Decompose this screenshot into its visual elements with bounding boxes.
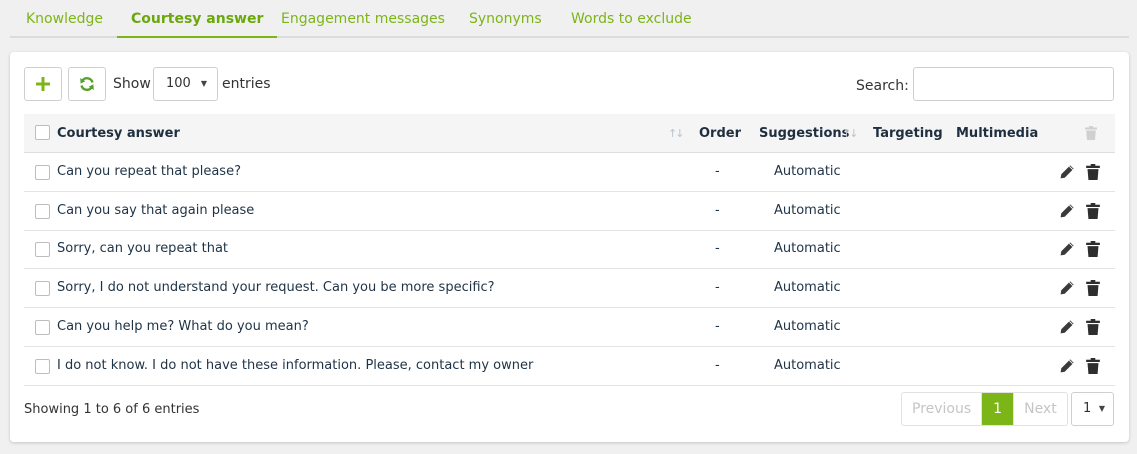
trash-icon[interactable]	[1085, 318, 1101, 335]
trash-icon[interactable]	[1085, 280, 1101, 297]
page-size-value: 100	[166, 76, 191, 91]
tab-knowledge[interactable]: Knowledge	[12, 0, 117, 38]
page-1-button[interactable]: 1	[981, 393, 1015, 425]
select-all-checkbox[interactable]	[35, 125, 50, 140]
tab-synonyms[interactable]: Synonyms	[455, 0, 556, 38]
page-number-select[interactable]: 1 ▼	[1071, 392, 1114, 426]
row-checkbox[interactable]	[35, 203, 50, 219]
refresh-button[interactable]	[68, 67, 106, 101]
row-courtesy-answer: Can you help me? What do you mean?	[57, 318, 309, 334]
courtesy-answer-panel: Show 100 ▼ entries Search: Courtesy answ…	[10, 52, 1129, 442]
row-checkbox[interactable]	[35, 165, 50, 180]
tab-courtesy-answer[interactable]: Courtesy answer	[117, 0, 278, 38]
pagination: Previous 1 Next	[901, 392, 1068, 426]
column-header-multimedia[interactable]: Multimedia	[956, 114, 1038, 153]
row-checkbox[interactable]	[35, 358, 50, 374]
table-header: Courtesy answer ↑↓ Order Suggestions ↑↓ …	[24, 114, 1115, 153]
plus-icon	[36, 77, 50, 91]
trash-icon[interactable]	[1085, 164, 1101, 180]
sort-icon[interactable]: ↑↓	[842, 114, 859, 153]
row-order: -	[715, 280, 720, 296]
trash-icon[interactable]	[1085, 202, 1101, 219]
sort-icon[interactable]: ↑↓	[668, 114, 685, 153]
column-header-suggestions[interactable]: Suggestions	[759, 114, 849, 153]
trash-icon[interactable]	[1085, 357, 1101, 374]
tab-words-to-exclude[interactable]: Words to exclude	[557, 0, 706, 38]
add-button[interactable]	[24, 67, 62, 101]
trash-icon[interactable]	[1085, 241, 1101, 258]
row-courtesy-answer: Can you say that again please	[57, 202, 255, 218]
table-info: Showing 1 to 6 of 6 entries	[24, 402, 200, 417]
table-row[interactable]: Can you help me? What do you mean? - Autom…	[24, 308, 1115, 347]
show-label: Show	[113, 76, 151, 92]
trash-icon	[1085, 126, 1097, 140]
row-checkbox[interactable]	[35, 242, 50, 258]
table-row[interactable]: Can you repeat that please? - Automatic	[24, 153, 1115, 192]
page-size-select[interactable]: 100 ▼	[153, 67, 218, 101]
column-header-order[interactable]: Order	[699, 114, 741, 153]
pencil-icon[interactable]	[1059, 319, 1075, 335]
table-row[interactable]: Sorry, I do not understand your request.…	[24, 269, 1115, 309]
next-page-button[interactable]: Next	[1014, 393, 1067, 425]
row-suggestions: Automatic	[774, 241, 841, 257]
row-courtesy-answer: Sorry, can you repeat that	[57, 241, 229, 257]
row-checkbox[interactable]	[35, 281, 50, 297]
caret-down-icon: ▼	[200, 79, 207, 88]
page-number-value: 1	[1083, 401, 1092, 416]
row-suggestions: Automatic	[774, 164, 841, 179]
table-row[interactable]: Can you say that again please - Automatic	[24, 192, 1115, 231]
caret-down-icon: ▼	[1098, 404, 1105, 413]
refresh-icon	[80, 77, 94, 91]
row-suggestions: Automatic	[774, 357, 841, 373]
row-courtesy-answer: Sorry, I do not understand your request.…	[57, 280, 495, 296]
table-row[interactable]: Sorry, can you repeat that - Automatic	[24, 230, 1115, 270]
column-header-targeting[interactable]: Targeting	[873, 114, 943, 153]
table-row[interactable]: I do not know. I do not have these infor…	[24, 347, 1115, 386]
pencil-icon[interactable]	[1059, 164, 1075, 180]
previous-page-button[interactable]: Previous	[902, 393, 981, 425]
row-courtesy-answer: Can you repeat that please?	[57, 164, 241, 179]
search-input[interactable]	[913, 67, 1114, 101]
tab-bar: Knowledge Courtesy answer Engagement mes…	[10, 0, 1129, 38]
row-order: -	[715, 318, 720, 334]
pencil-icon[interactable]	[1059, 280, 1075, 296]
tab-engagement-messages[interactable]: Engagement messages	[267, 0, 459, 38]
row-suggestions: Automatic	[774, 318, 841, 334]
row-checkbox[interactable]	[35, 319, 50, 335]
row-suggestions: Automatic	[774, 202, 841, 218]
pencil-icon[interactable]	[1059, 358, 1075, 374]
column-header-courtesy-answer[interactable]: Courtesy answer	[57, 114, 180, 153]
pencil-icon[interactable]	[1059, 203, 1075, 219]
row-order: -	[715, 241, 720, 257]
row-order: -	[715, 357, 720, 373]
row-order: -	[715, 202, 720, 218]
pencil-icon[interactable]	[1059, 241, 1075, 257]
row-order: -	[715, 164, 720, 179]
search-label: Search:	[856, 78, 909, 94]
entries-label: entries	[222, 76, 271, 92]
row-suggestions: Automatic	[774, 280, 841, 296]
row-courtesy-answer: I do not know. I do not have these infor…	[57, 357, 534, 373]
